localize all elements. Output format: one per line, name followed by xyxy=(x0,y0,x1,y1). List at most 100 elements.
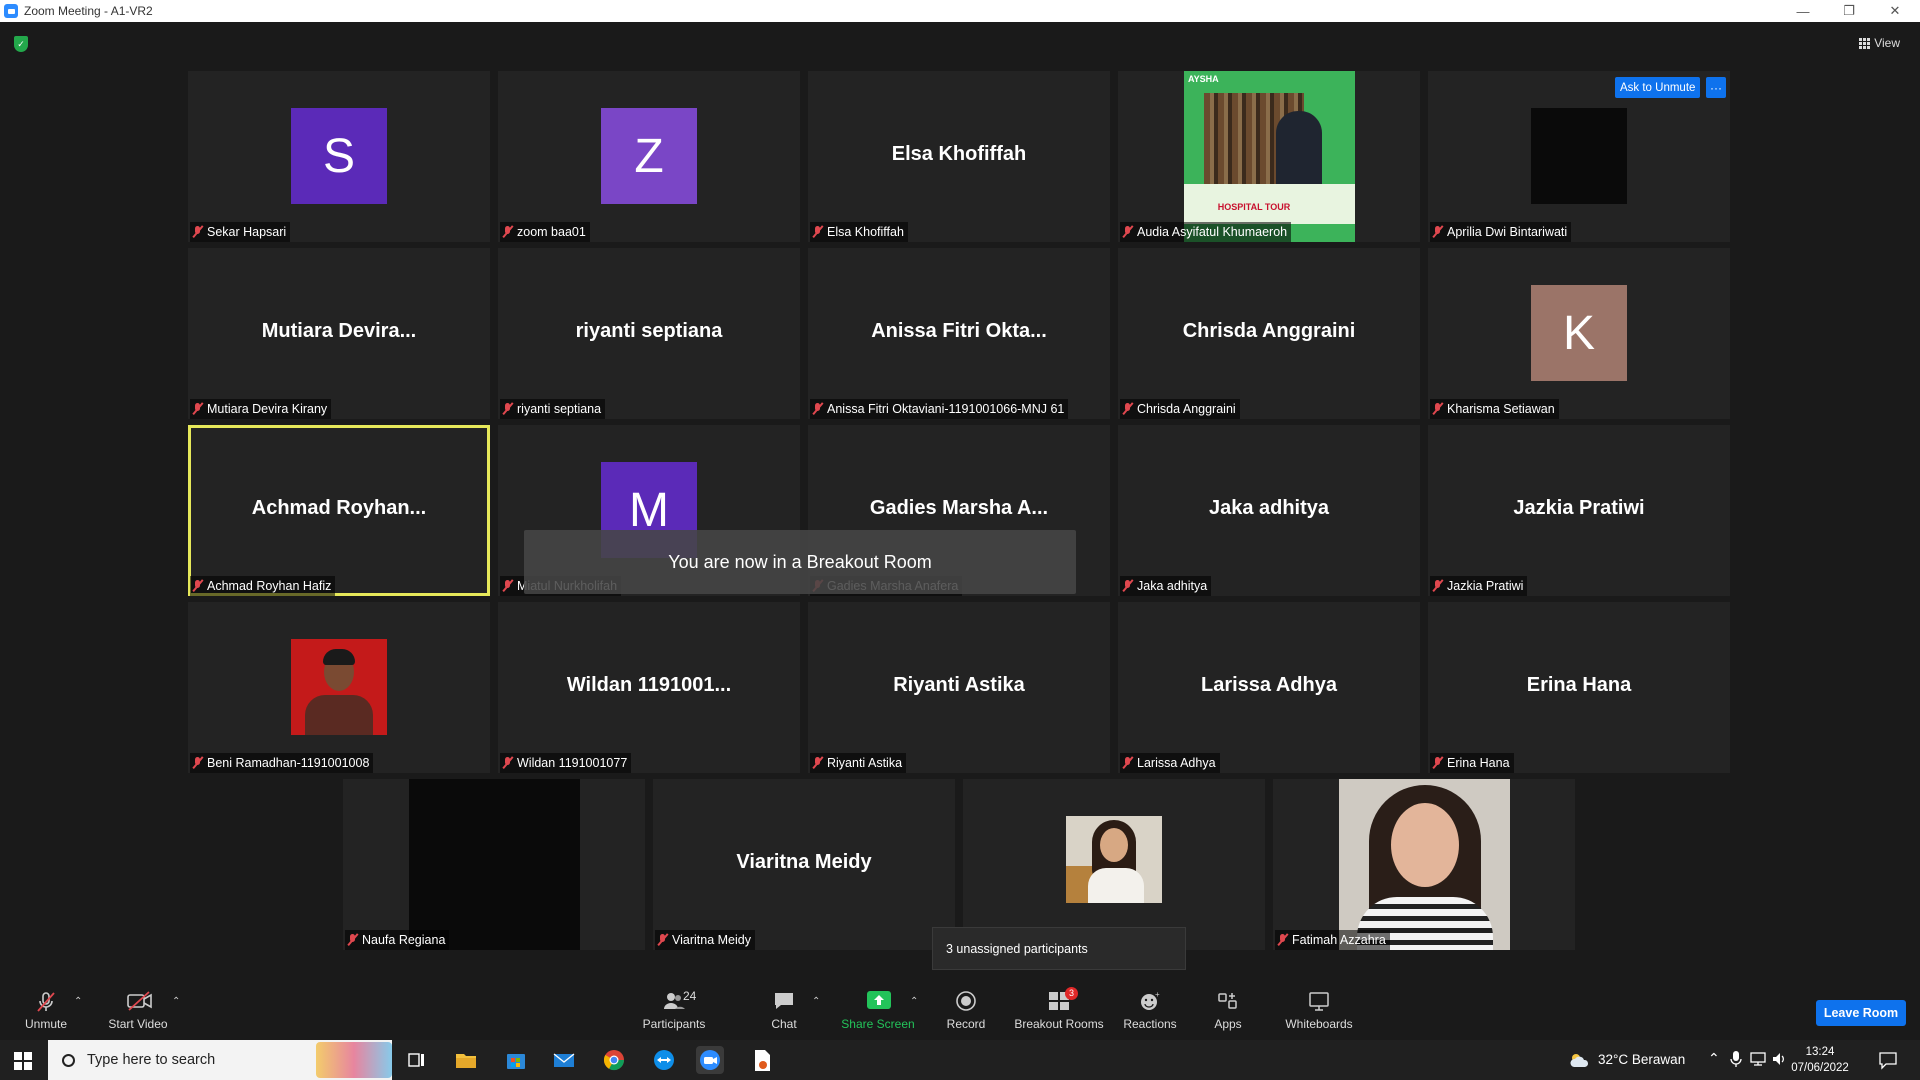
participant-name-label: Anissa Fitri Oktaviani-1191001066-MNJ 61 xyxy=(810,399,1069,419)
mic-muted-icon xyxy=(1432,402,1444,416)
participants-button[interactable]: 24 Participants xyxy=(638,982,710,1040)
video-off-icon xyxy=(127,991,152,1011)
apps-button[interactable]: Apps xyxy=(1210,982,1246,1040)
participant-tile[interactable]: Anissa Fitri Okta... Anissa Fitri Oktavi… xyxy=(808,248,1110,419)
notifications-icon[interactable] xyxy=(1878,1050,1898,1073)
share-options-caret-icon[interactable]: ⌃ xyxy=(910,996,918,1007)
participant-tile[interactable]: Achmad Royhan... Achmad Royhan Hafiz xyxy=(188,425,490,596)
participant-tile[interactable]: K Kharisma Setiawan xyxy=(1428,248,1730,419)
participant-name: Chrisda Anggraini xyxy=(1137,402,1236,416)
mic-muted-icon xyxy=(657,933,669,947)
mail-icon[interactable] xyxy=(550,1046,578,1074)
microphone-icon[interactable] xyxy=(1730,1050,1742,1071)
participant-name-label: Achmad Royhan Hafiz xyxy=(190,576,336,596)
zoom-taskbar-icon[interactable] xyxy=(696,1046,724,1074)
participant-display-name: Riyanti Astika xyxy=(893,674,1025,696)
participant-tile[interactable]: Beni Ramadhan-1191001008 xyxy=(188,602,490,773)
record-button[interactable]: Record xyxy=(944,982,988,1040)
participant-tile[interactable]: AYSHA HOSPITAL TOUR Audia Asyifatul Khum… xyxy=(1118,71,1420,242)
participant-name: Viaritna Meidy xyxy=(672,933,751,947)
mic-muted-icon xyxy=(502,402,514,416)
participant-tile[interactable]: Ask to Unmute ··· Aprilia Dwi Bintariwati xyxy=(1428,71,1730,242)
grid-icon xyxy=(1859,38,1871,49)
microsoft-store-icon[interactable] xyxy=(502,1046,530,1074)
video-options-caret-icon[interactable]: ⌃ xyxy=(172,996,180,1007)
avatar-initial: K xyxy=(1531,285,1627,381)
participant-tile[interactable]: Jazkia Pratiwi Jazkia Pratiwi xyxy=(1428,425,1730,596)
close-button[interactable]: ✕ xyxy=(1872,0,1918,22)
start-video-button[interactable]: Start Video xyxy=(106,982,170,1040)
participants-count: 24 xyxy=(683,989,697,1003)
participant-tile[interactable]: Naufa Regiana xyxy=(343,779,645,950)
mic-muted-icon xyxy=(35,991,57,1012)
participant-tile[interactable]: Viaritna Meidy Viaritna Meidy xyxy=(653,779,955,950)
participant-name: Elsa Khofiffah xyxy=(827,225,904,239)
poster-brand: AYSHA xyxy=(1188,74,1219,84)
video-feed xyxy=(409,779,580,950)
chat-options-caret-icon[interactable]: ⌃ xyxy=(812,996,820,1007)
mic-muted-icon xyxy=(1432,579,1444,593)
participant-tile[interactable]: Elsa Khofiffah Elsa Khofiffah xyxy=(808,71,1110,242)
participant-tile[interactable]: Z zoom baa01 xyxy=(498,71,800,242)
leave-room-button[interactable]: Leave Room xyxy=(1816,1000,1906,1026)
task-view-icon[interactable] xyxy=(402,1046,430,1074)
chat-button[interactable]: Chat xyxy=(768,982,800,1040)
participant-tile[interactable]: Chrisda Anggraini Chrisda Anggraini xyxy=(1118,248,1420,419)
participant-tile[interactable]: Larissa Adhya Larissa Adhya xyxy=(1118,602,1420,773)
participant-tile[interactable]: Jaka adhitya Jaka adhitya xyxy=(1118,425,1420,596)
mic-muted-icon xyxy=(1432,225,1444,239)
participant-name: Aprilia Dwi Bintariwati xyxy=(1447,225,1568,239)
chrome-icon[interactable] xyxy=(600,1046,628,1074)
share-screen-button[interactable]: Share Screen xyxy=(838,982,918,1040)
restore-button[interactable]: ❐ xyxy=(1826,0,1872,22)
breakout-rooms-icon: 3 xyxy=(1048,987,1078,1011)
mic-muted-icon xyxy=(502,225,514,239)
file-explorer-icon[interactable] xyxy=(452,1046,480,1074)
participant-tile[interactable]: Mutiara Devira... Mutiara Devira Kirany xyxy=(188,248,490,419)
unmute-button[interactable]: Unmute xyxy=(22,982,70,1040)
show-hidden-icons-caret-icon[interactable]: ⌃ xyxy=(1708,1050,1720,1067)
audio-options-caret-icon[interactable]: ⌃ xyxy=(74,996,82,1007)
breakout-rooms-badge: 3 xyxy=(1064,987,1078,1000)
whiteboards-button[interactable]: Whiteboards xyxy=(1282,982,1356,1040)
view-button[interactable]: View xyxy=(1853,32,1906,54)
participant-tile[interactable]: Wildan 1191001... Wildan 1191001077 xyxy=(498,602,800,773)
participant-name-label: riyanti septiana xyxy=(500,399,606,419)
participant-name: Wildan 1191001077 xyxy=(517,756,628,770)
participant-tile[interactable] xyxy=(963,779,1265,950)
participant-name: Beni Ramadhan-1191001008 xyxy=(207,756,370,770)
ask-to-unmute-button[interactable]: Ask to Unmute xyxy=(1615,77,1701,98)
participant-tile[interactable]: Fatimah Azzahra xyxy=(1273,779,1575,950)
unassigned-participants-popup[interactable]: 3 unassigned participants xyxy=(932,927,1186,970)
teamviewer-icon[interactable] xyxy=(650,1046,678,1074)
participant-name-label: Jaka adhitya xyxy=(1120,576,1212,596)
participant-name: Kharisma Setiawan xyxy=(1447,402,1555,416)
participant-display-name: Achmad Royhan... xyxy=(251,497,427,519)
minimize-button[interactable]: — xyxy=(1780,0,1826,22)
chat-label: Chat xyxy=(771,1017,797,1031)
participant-tile[interactable]: riyanti septiana riyanti septiana xyxy=(498,248,800,419)
participant-tile[interactable]: S Sekar Hapsari xyxy=(188,71,490,242)
participant-tile[interactable]: Riyanti Astika Riyanti Astika xyxy=(808,602,1110,773)
network-icon[interactable] xyxy=(1750,1051,1768,1070)
more-options-button[interactable]: ··· xyxy=(1706,77,1726,98)
avatar-initial: Z xyxy=(601,108,697,204)
participant-name-label: Viaritna Meidy xyxy=(655,930,755,950)
reactions-button[interactable]: + Reactions xyxy=(1122,982,1178,1040)
participant-name: Fatimah Azzahra xyxy=(1292,933,1386,947)
windows-start-icon[interactable] xyxy=(14,1052,32,1070)
taskbar-clock[interactable]: 13:24 07/06/2022 xyxy=(1782,1044,1858,1076)
mic-muted-icon xyxy=(1122,225,1134,239)
encryption-shield-icon[interactable]: ✓ xyxy=(14,36,28,52)
participant-tile[interactable]: Erina Hana Erina Hana xyxy=(1428,602,1730,773)
reactions-label: Reactions xyxy=(1123,1017,1177,1031)
breakout-rooms-button[interactable]: 3 Breakout Rooms xyxy=(1014,982,1104,1040)
weather-icon[interactable] xyxy=(1568,1051,1590,1072)
participant-name: Anissa Fitri Oktaviani-1191001066-MNJ 61 xyxy=(827,402,1065,416)
document-app-icon[interactable] xyxy=(748,1046,776,1074)
clock-time: 13:24 xyxy=(1805,1046,1835,1058)
participant-name: Larissa Adhya xyxy=(1137,756,1216,770)
participant-name: Erina Hana xyxy=(1447,756,1510,770)
taskbar-search-box[interactable]: Type here to search xyxy=(48,1040,392,1080)
weather-text[interactable]: 32°C Berawan xyxy=(1598,1052,1685,1067)
